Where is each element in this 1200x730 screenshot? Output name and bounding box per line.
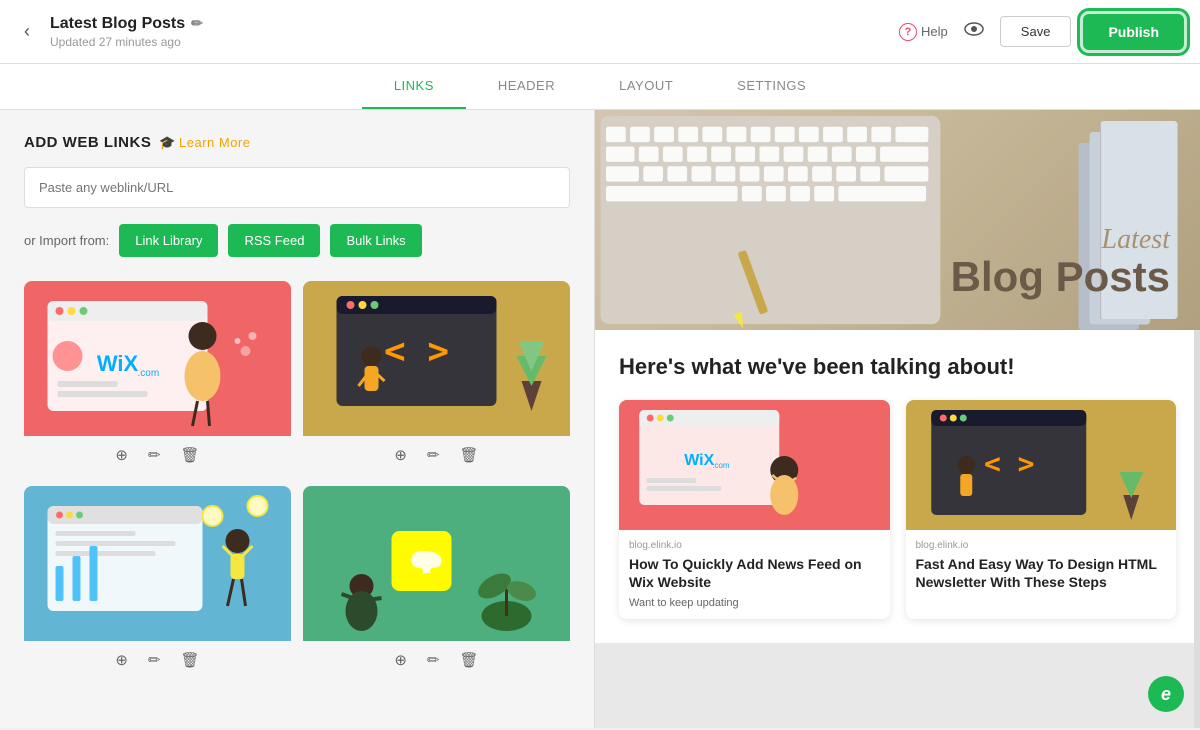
preview-card-1-desc: Want to keep updating: [629, 597, 880, 609]
import-label: or Import from:: [24, 233, 109, 248]
svg-text:WiX: WiX: [97, 351, 139, 376]
eye-icon: [964, 22, 984, 36]
preview-card-2-illustration: < >: [906, 400, 1177, 530]
tab-settings[interactable]: SETTINGS: [705, 64, 838, 109]
preview-card-2: < > blog.elink.io Fast And Easy Way To D…: [906, 400, 1177, 619]
card-4-edit-button[interactable]: ✏: [427, 651, 440, 669]
card-2-actions: ⊕ ✏ 🗑: [303, 436, 570, 474]
section-title-row: ADD WEB LINKS 🎓 Learn More: [24, 134, 570, 151]
help-icon: ?: [899, 23, 917, 41]
left-panel: ADD WEB LINKS 🎓 Learn More or Import fro…: [0, 110, 595, 728]
title-group: Latest Blog Posts ✏ Updated 27 minutes a…: [50, 15, 899, 49]
preview-card-2-image: < >: [906, 400, 1177, 530]
preview-body: Here's what we've been talking about! Wi…: [595, 330, 1200, 643]
back-button[interactable]: ‹: [16, 17, 38, 46]
cards-grid: WiX .com: [24, 281, 570, 679]
link-library-button[interactable]: Link Library: [119, 224, 218, 257]
svg-text:< >: < >: [983, 447, 1034, 480]
card-3: ⊕ ✏ 🗑: [24, 486, 291, 679]
card-1-illustration: WiX .com: [24, 281, 291, 436]
card-1-actions: ⊕ ✏ 🗑: [24, 436, 291, 474]
preview-card-2-info: blog.elink.io Fast And Easy Way To Desig…: [906, 530, 1177, 607]
card-4-illustration: [303, 486, 570, 641]
svg-text:< >: < >: [384, 331, 449, 372]
card-3-delete-button[interactable]: 🗑: [181, 651, 200, 669]
help-button[interactable]: ? Help: [899, 23, 948, 41]
save-button[interactable]: Save: [1000, 16, 1072, 47]
card-4-delete-button[interactable]: 🗑: [460, 651, 479, 669]
publish-button[interactable]: Publish: [1083, 14, 1184, 50]
card-3-edit-button[interactable]: ✏: [148, 651, 161, 669]
card-2-image: < >: [303, 281, 570, 436]
preview-card-2-source: blog.elink.io: [916, 540, 1167, 551]
preview-tagline: Here's what we've been talking about!: [619, 354, 1176, 380]
card-1-image: WiX .com: [24, 281, 291, 436]
learn-more-link[interactable]: 🎓 Learn More: [159, 135, 250, 151]
card-3-actions: ⊕ ✏ 🗑: [24, 641, 291, 679]
tab-header[interactable]: HEADER: [466, 64, 587, 109]
tab-links[interactable]: LINKS: [362, 64, 466, 109]
preview-header: Latest Blog Posts: [595, 110, 1200, 330]
elink-logo: e: [1148, 676, 1184, 712]
import-row: or Import from: Link Library RSS Feed Bu…: [24, 224, 570, 257]
tabs-bar: LINKS HEADER LAYOUT SETTINGS: [0, 64, 1200, 110]
card-4-move-button[interactable]: ⊕: [394, 651, 407, 669]
preview-blog-posts: Blog Posts: [951, 254, 1170, 300]
preview-eye-button[interactable]: [960, 18, 988, 45]
top-actions: ? Help Save Publish: [899, 14, 1184, 50]
top-bar: ‹ Latest Blog Posts ✏ Updated 27 minutes…: [0, 0, 1200, 64]
card-3-illustration: [24, 486, 291, 641]
card-4: ⊕ ✏ 🗑: [303, 486, 570, 679]
preview-card-1-source: blog.elink.io: [629, 540, 880, 551]
card-2-edit-button[interactable]: ✏: [427, 446, 440, 464]
keyboard-illustration: [595, 110, 946, 330]
card-1-move-button[interactable]: ⊕: [115, 446, 128, 464]
main-content: ADD WEB LINKS 🎓 Learn More or Import fro…: [0, 110, 1200, 728]
updated-label: Updated 27 minutes ago: [50, 35, 899, 49]
page-title: Latest Blog Posts ✏: [50, 15, 899, 33]
add-web-links-title: ADD WEB LINKS: [24, 134, 151, 151]
tab-layout[interactable]: LAYOUT: [587, 64, 705, 109]
card-2-move-button[interactable]: ⊕: [394, 446, 407, 464]
card-2-delete-button[interactable]: 🗑: [460, 446, 479, 464]
card-2: < > ⊕ ✏ 🗑: [303, 281, 570, 474]
preview-card-1-info: blog.elink.io How To Quickly Add News Fe…: [619, 530, 890, 619]
card-1: WiX .com: [24, 281, 291, 474]
svg-text:WiX: WiX: [684, 452, 714, 469]
card-3-move-button[interactable]: ⊕: [115, 651, 128, 669]
card-3-image: [24, 486, 291, 641]
learn-more-icon: 🎓: [159, 135, 176, 151]
preview-latest: Latest: [951, 226, 1170, 254]
preview-header-text: Latest Blog Posts: [951, 226, 1170, 300]
svg-text:.com: .com: [138, 368, 160, 379]
preview-card-2-title: Fast And Easy Way To Design HTML Newslet…: [916, 555, 1167, 591]
card-4-actions: ⊕ ✏ 🗑: [303, 641, 570, 679]
help-label: Help: [921, 24, 948, 39]
preview-card-1-title: How To Quickly Add News Feed on Wix Webs…: [629, 555, 880, 591]
rss-feed-button[interactable]: RSS Feed: [228, 224, 320, 257]
url-input[interactable]: [24, 167, 570, 208]
svg-text:.com: .com: [712, 461, 730, 470]
card-1-delete-button[interactable]: 🗑: [181, 446, 200, 464]
edit-icon[interactable]: ✏: [191, 15, 203, 32]
card-4-image: [303, 486, 570, 641]
card-1-edit-button[interactable]: ✏: [148, 446, 161, 464]
preview-cards: WiX .com blog.elink.io How To Quickly: [619, 400, 1176, 619]
preview-card-1-image: WiX .com: [619, 400, 890, 530]
right-panel: Latest Blog Posts Here's what we've been…: [595, 110, 1200, 728]
bulk-links-button[interactable]: Bulk Links: [330, 224, 421, 257]
preview-card-1-illustration: WiX .com: [619, 400, 890, 530]
learn-more-label: Learn More: [179, 135, 250, 150]
card-2-illustration: < >: [303, 281, 570, 436]
preview-card-1: WiX .com blog.elink.io How To Quickly: [619, 400, 890, 619]
